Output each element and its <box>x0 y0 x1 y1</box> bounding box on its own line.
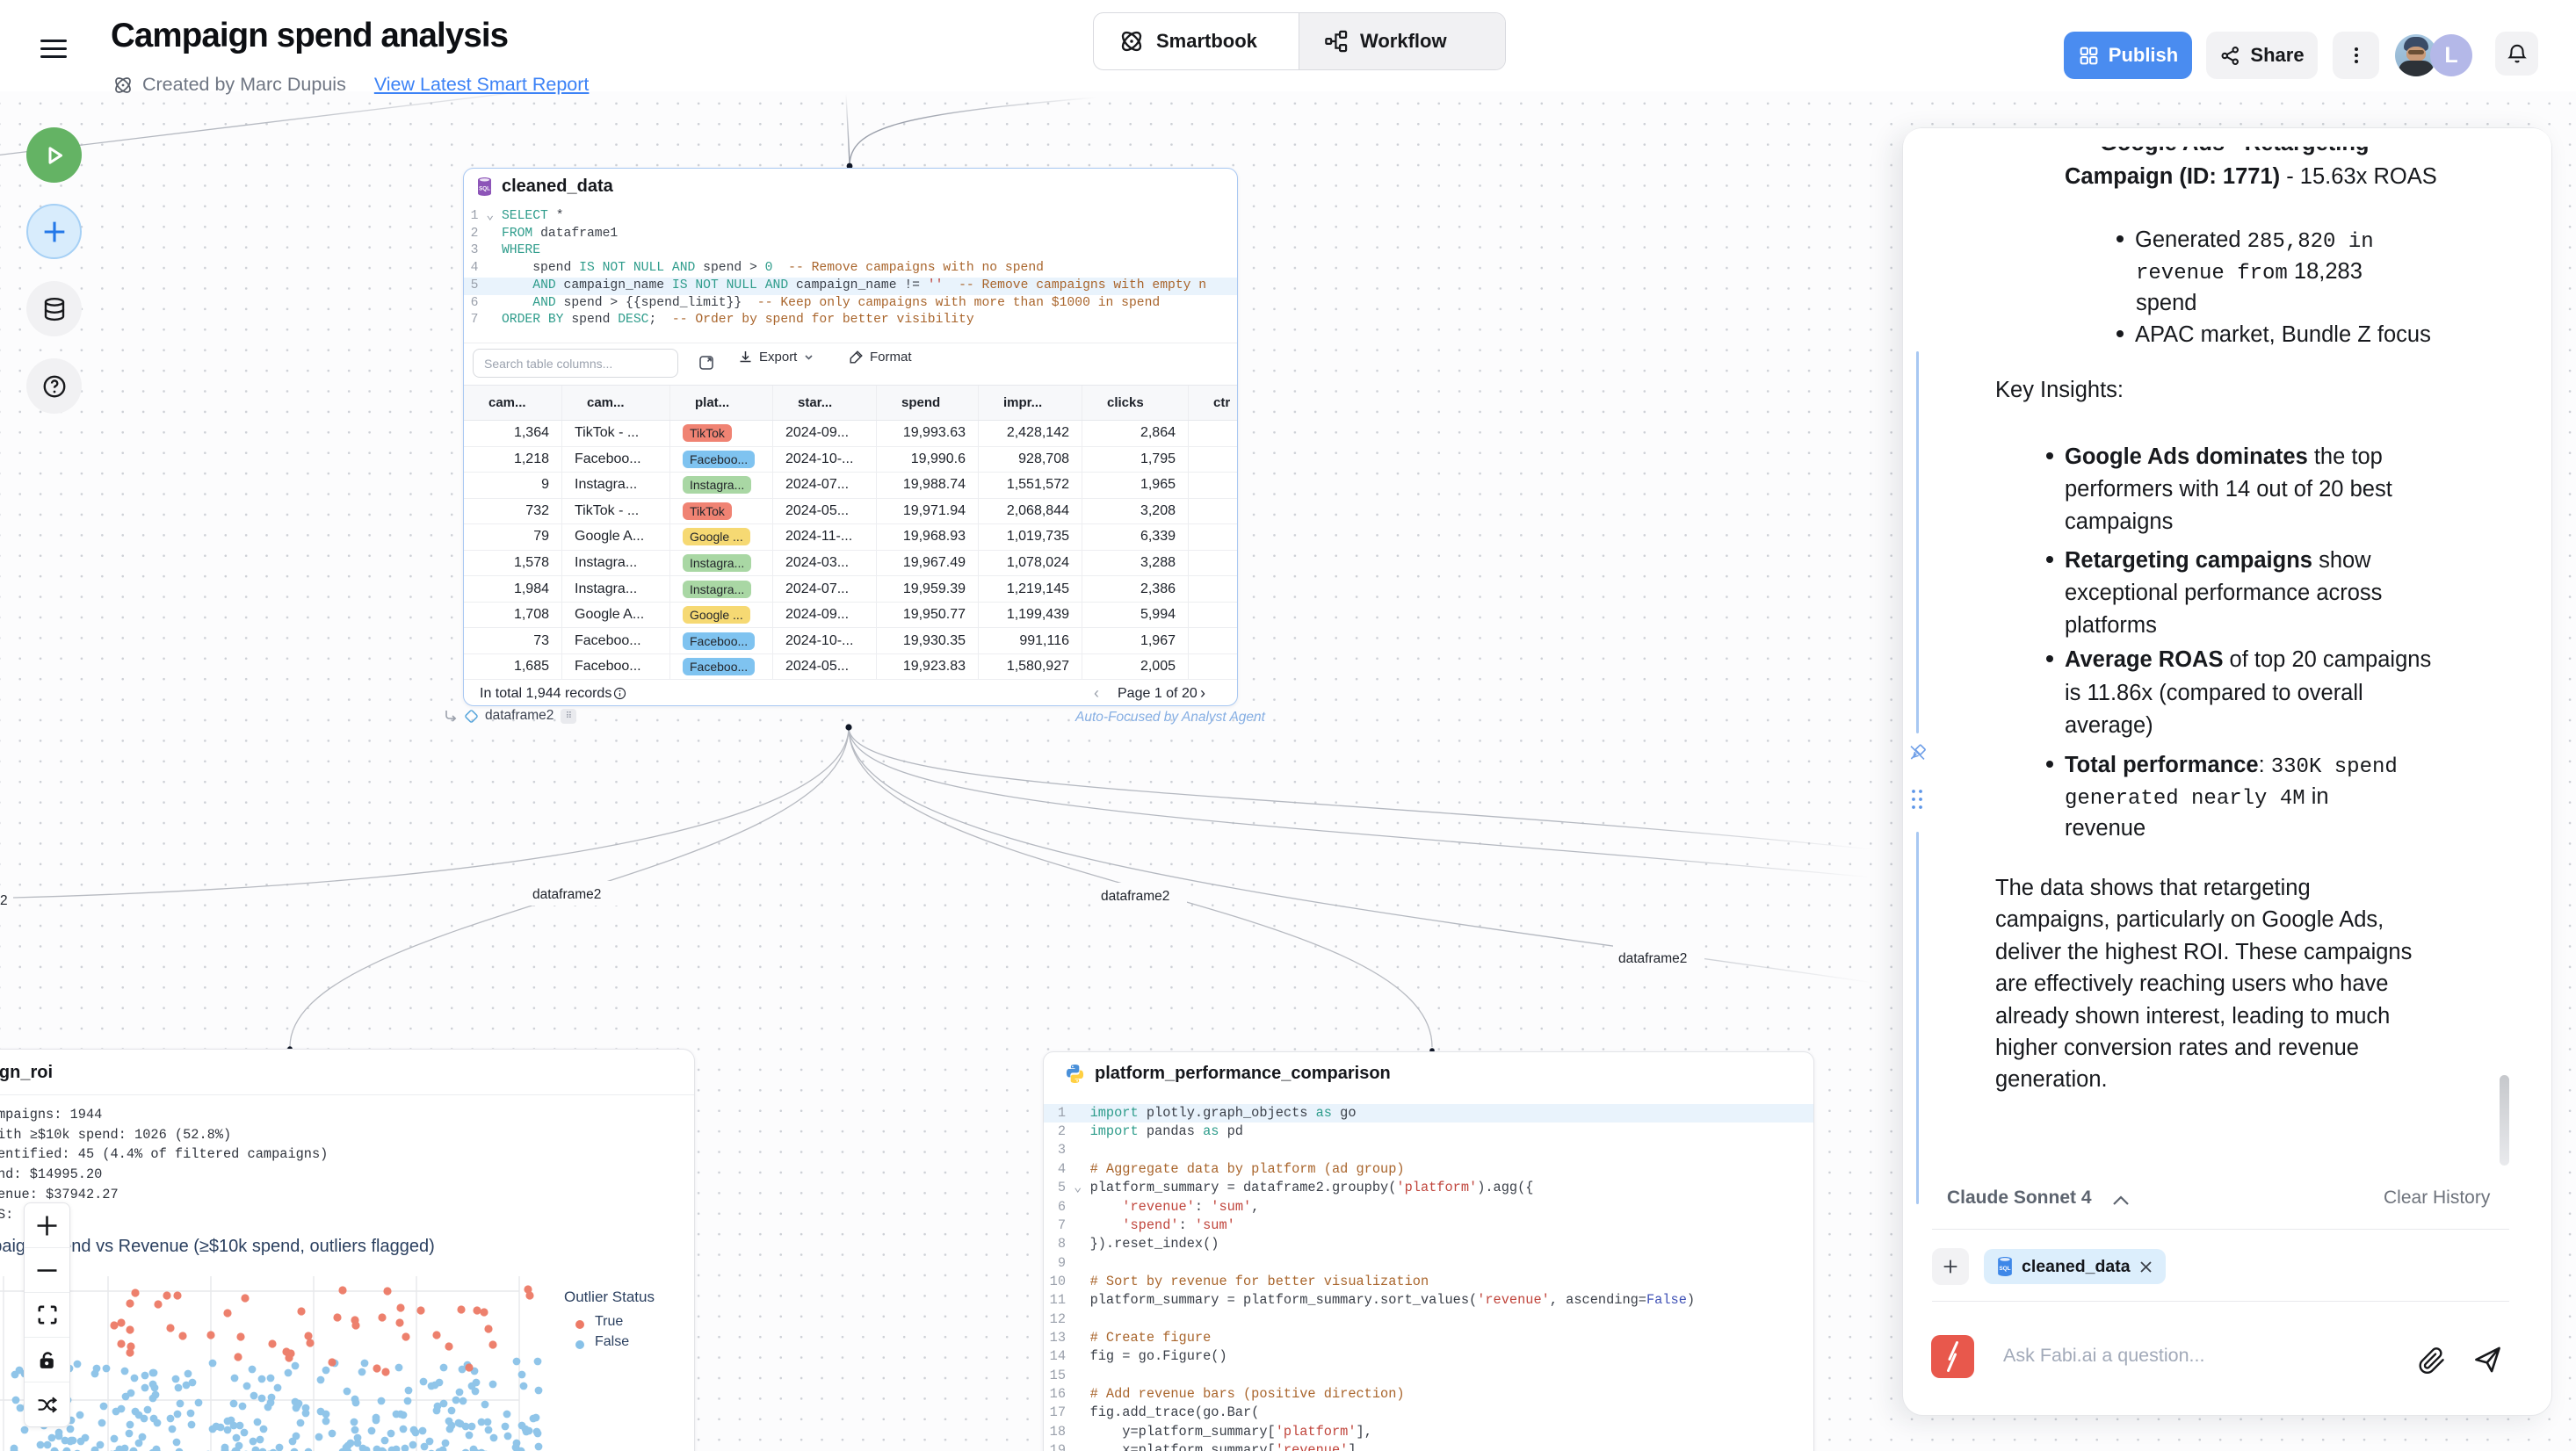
svg-text:dataframe2: dataframe2 <box>532 887 601 902</box>
svg-text:dataframe2: dataframe2 <box>1618 951 1687 966</box>
svg-text:dataframe2: dataframe2 <box>1101 889 1169 904</box>
svg-text:SQL: SQL <box>1999 1266 2010 1272</box>
svg-text:2: 2 <box>0 893 8 908</box>
svg-text:SQL: SQL <box>479 186 490 192</box>
